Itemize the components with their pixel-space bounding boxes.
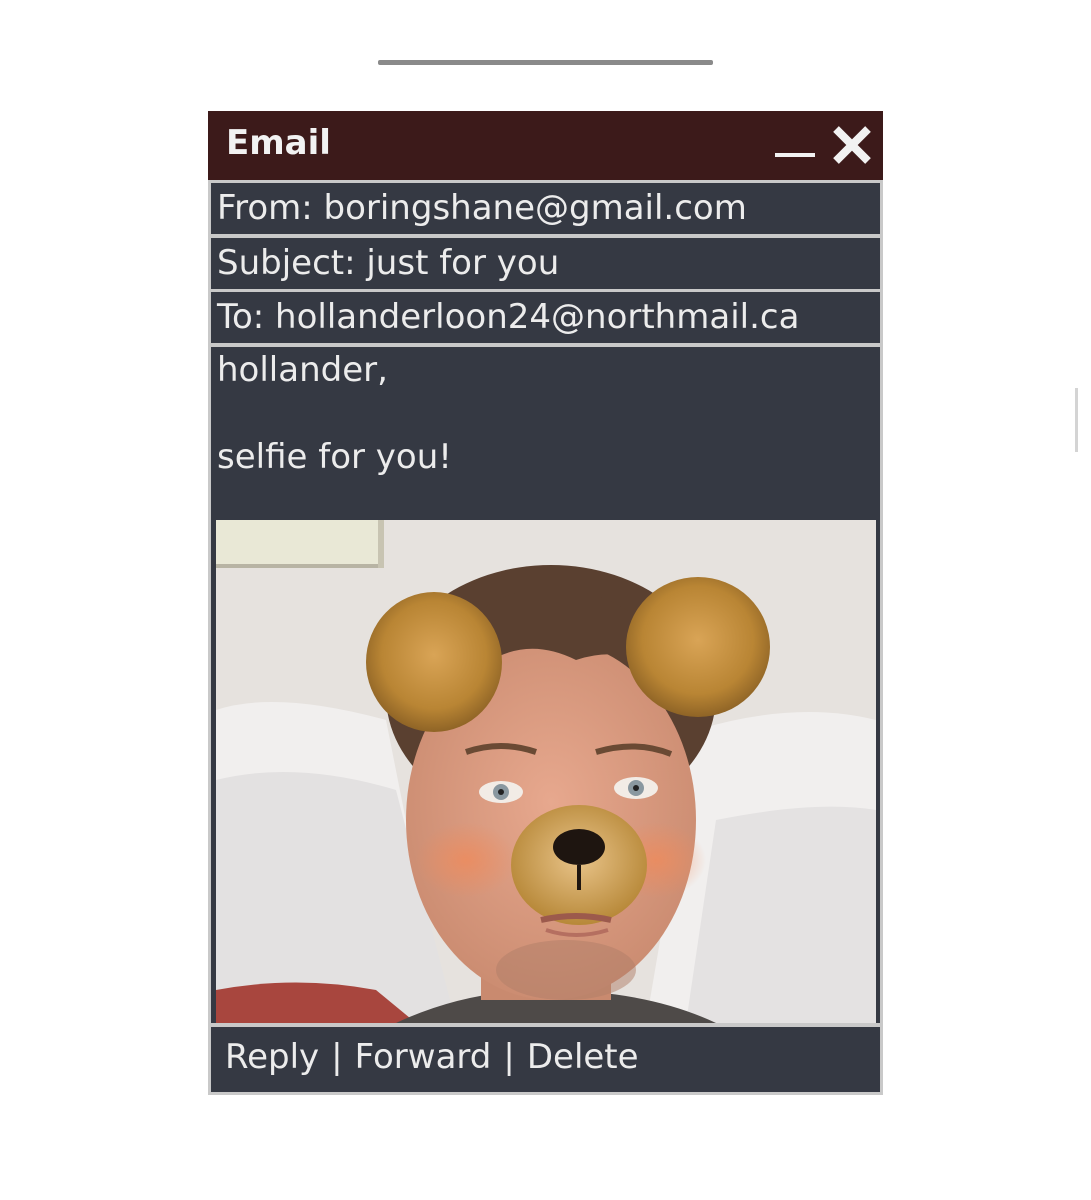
title-bar: Email [208, 111, 883, 180]
close-button[interactable] [830, 125, 874, 165]
action-separator: | [331, 1037, 343, 1077]
email-window: Email From: boringshane@gmail.com Subjec… [208, 111, 883, 1095]
close-icon [833, 126, 871, 164]
window-title: Email [226, 123, 331, 163]
minimize-button[interactable] [774, 127, 816, 163]
reply-link[interactable]: Reply [225, 1037, 319, 1077]
selfie-image [216, 520, 876, 1023]
to-field: To: hollanderloon24@northmail.ca [211, 292, 880, 343]
action-bar: Reply | Forward | Delete [211, 1027, 880, 1092]
scrollbar-thumb[interactable] [1075, 388, 1078, 452]
message-text: selfie for you! [217, 437, 452, 477]
from-field: From: boringshane@gmail.com [211, 183, 880, 234]
message-body: hollander, selfie for you! [211, 347, 880, 1023]
action-separator: | [503, 1037, 515, 1077]
delete-link[interactable]: Delete [527, 1037, 639, 1077]
subject-field: Subject: just for you [211, 238, 880, 289]
forward-link[interactable]: Forward [355, 1037, 492, 1077]
message-greeting: hollander, [217, 350, 388, 390]
minimize-icon [775, 153, 815, 157]
top-divider [378, 60, 713, 65]
selfie-photo[interactable] [216, 520, 876, 1023]
